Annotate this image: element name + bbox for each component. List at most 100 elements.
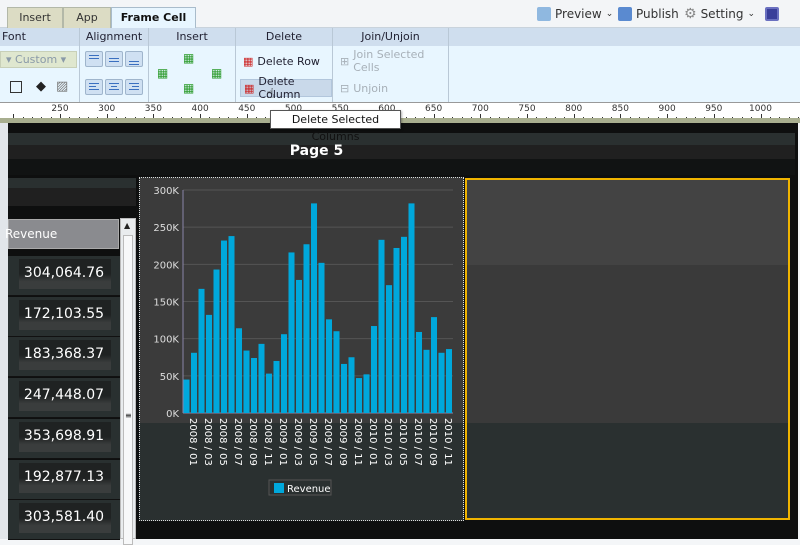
x-tick-label: 2009 / 09 [337, 418, 348, 466]
bar[interactable] [258, 343, 265, 413]
bar[interactable] [191, 352, 197, 413]
bar[interactable] [386, 285, 392, 413]
align-top-button[interactable] [85, 51, 103, 67]
table-row[interactable]: 247,448.07 [8, 378, 120, 419]
bar[interactable] [198, 288, 205, 413]
table-row[interactable]: 192,877.13 [8, 459, 120, 500]
align-bottom-button[interactable] [125, 51, 143, 67]
unjoin-label: Unjoin [353, 81, 389, 95]
insert-row-below-icon[interactable]: ▦ [183, 81, 194, 95]
preview-label: Preview [555, 7, 602, 21]
ruler-label: 450 [238, 104, 256, 114]
setting-button[interactable]: ⚙ Setting ⌄ [684, 5, 755, 23]
bar[interactable] [288, 252, 295, 413]
custom-select[interactable]: ▾ Custom ▾ [0, 51, 77, 68]
bar[interactable] [303, 244, 310, 413]
insert-row-above-icon[interactable]: ▦ [183, 51, 194, 65]
table-row[interactable]: 304,064.76 [8, 256, 120, 296]
tooltip: Delete Selected Columns [270, 110, 401, 143]
unjoin-button[interactable]: ⊟ Unjoin [337, 79, 391, 97]
bar[interactable] [356, 378, 362, 413]
x-tick-label: 2010 / 03 [382, 418, 393, 466]
preview-button[interactable]: Preview ⌄ [537, 5, 613, 23]
bar[interactable] [221, 240, 227, 413]
bar[interactable] [206, 314, 212, 413]
ruler-label: 650 [425, 104, 443, 114]
publish-button[interactable]: Publish [618, 5, 679, 23]
table-row[interactable]: 172,103.55 [8, 296, 120, 337]
table-row[interactable]: 183,368.37 [8, 337, 120, 378]
pattern-icon[interactable]: ▨ [56, 79, 68, 94]
legend-label: Revenue [287, 484, 331, 495]
save-button[interactable] [765, 5, 779, 23]
chevron-down-icon: ⌄ [605, 9, 614, 19]
bar[interactable] [348, 357, 355, 413]
tab-frame-cell[interactable]: Frame Cell [111, 7, 196, 29]
delete-column-button[interactable]: ▦ Delete Column [240, 75, 332, 101]
bar[interactable] [251, 357, 257, 413]
bar[interactable] [416, 331, 422, 413]
hand-cursor-icon: ☝ [266, 86, 275, 102]
bar[interactable] [363, 374, 370, 413]
bar[interactable] [266, 373, 272, 413]
bar[interactable] [438, 352, 445, 413]
table-header-revenue[interactable]: Revenue [5, 219, 119, 249]
bar[interactable] [423, 349, 430, 413]
bar[interactable] [341, 363, 347, 413]
group-title: Join/Unjoin [361, 30, 420, 43]
selected-cell-background [467, 180, 788, 423]
fill-color-icon[interactable]: ◆ [36, 79, 46, 94]
align-middle-button[interactable] [105, 51, 123, 67]
scroll-up-icon[interactable]: ▲ [124, 221, 130, 230]
bar[interactable] [243, 350, 250, 413]
bar[interactable] [371, 326, 377, 413]
x-tick-label: 2009 / 05 [307, 418, 318, 466]
bar[interactable] [393, 247, 400, 413]
bar[interactable] [273, 360, 280, 413]
bar[interactable] [213, 269, 220, 413]
vertical-scrollbar[interactable]: ▲ ≡ [120, 218, 136, 545]
bar[interactable] [311, 203, 317, 413]
tab-insert[interactable]: Insert [7, 7, 63, 28]
insert-column-left-icon[interactable]: ▦ [157, 66, 168, 80]
x-tick-label: 2008 / 03 [202, 418, 213, 466]
bar[interactable] [326, 319, 332, 413]
x-tick-label: 2008 / 09 [247, 418, 258, 466]
gear-icon: ⚙ [684, 6, 697, 22]
bar[interactable] [296, 279, 302, 413]
group-font: Font ▾ Custom ▾ ◆ ▨ [0, 28, 80, 102]
bar[interactable] [408, 203, 415, 413]
bar[interactable] [378, 239, 385, 413]
delete-column-icon: ▦ [244, 81, 255, 95]
unjoin-icon: ⊟ [340, 81, 350, 95]
bar[interactable] [281, 334, 287, 413]
bar[interactable] [183, 379, 190, 413]
bar[interactable] [228, 236, 235, 413]
join-selected-cells-button[interactable]: ⊞ Join Selected Cells [337, 48, 448, 74]
x-tick-label: 2009 / 11 [352, 418, 363, 466]
bar[interactable] [236, 328, 242, 413]
table-row[interactable]: 303,581.40 [8, 500, 120, 541]
insert-column-right-icon[interactable]: ▦ [211, 66, 222, 80]
bar[interactable] [431, 317, 437, 413]
bar[interactable] [318, 262, 325, 413]
revenue-value: 303,581.40 [23, 509, 105, 526]
bar[interactable] [333, 331, 340, 413]
group-join-unjoin: Join/Unjoin ⊞ Join Selected Cells ⊟ Unjoin [333, 28, 449, 102]
join-icon: ⊞ [340, 54, 350, 68]
align-right-button[interactable] [125, 79, 143, 95]
align-center-button[interactable] [105, 79, 123, 95]
bar[interactable] [446, 349, 452, 413]
y-tick-label: 150K [153, 298, 179, 309]
revenue-value: 183,368.37 [23, 346, 105, 363]
ruler-label: 400 [191, 104, 209, 114]
x-tick-label: 2010 / 05 [397, 418, 408, 466]
scroll-thumb[interactable]: ≡ [123, 235, 133, 545]
align-left-button[interactable] [85, 79, 103, 95]
tab-app[interactable]: App [63, 7, 111, 28]
x-tick-label: 2010 / 01 [367, 418, 378, 466]
bar[interactable] [401, 236, 407, 413]
table-row[interactable]: 353,698.91 [8, 418, 120, 459]
delete-row-button[interactable]: ▦ Delete Row [240, 52, 323, 70]
border-icon[interactable] [10, 81, 22, 93]
